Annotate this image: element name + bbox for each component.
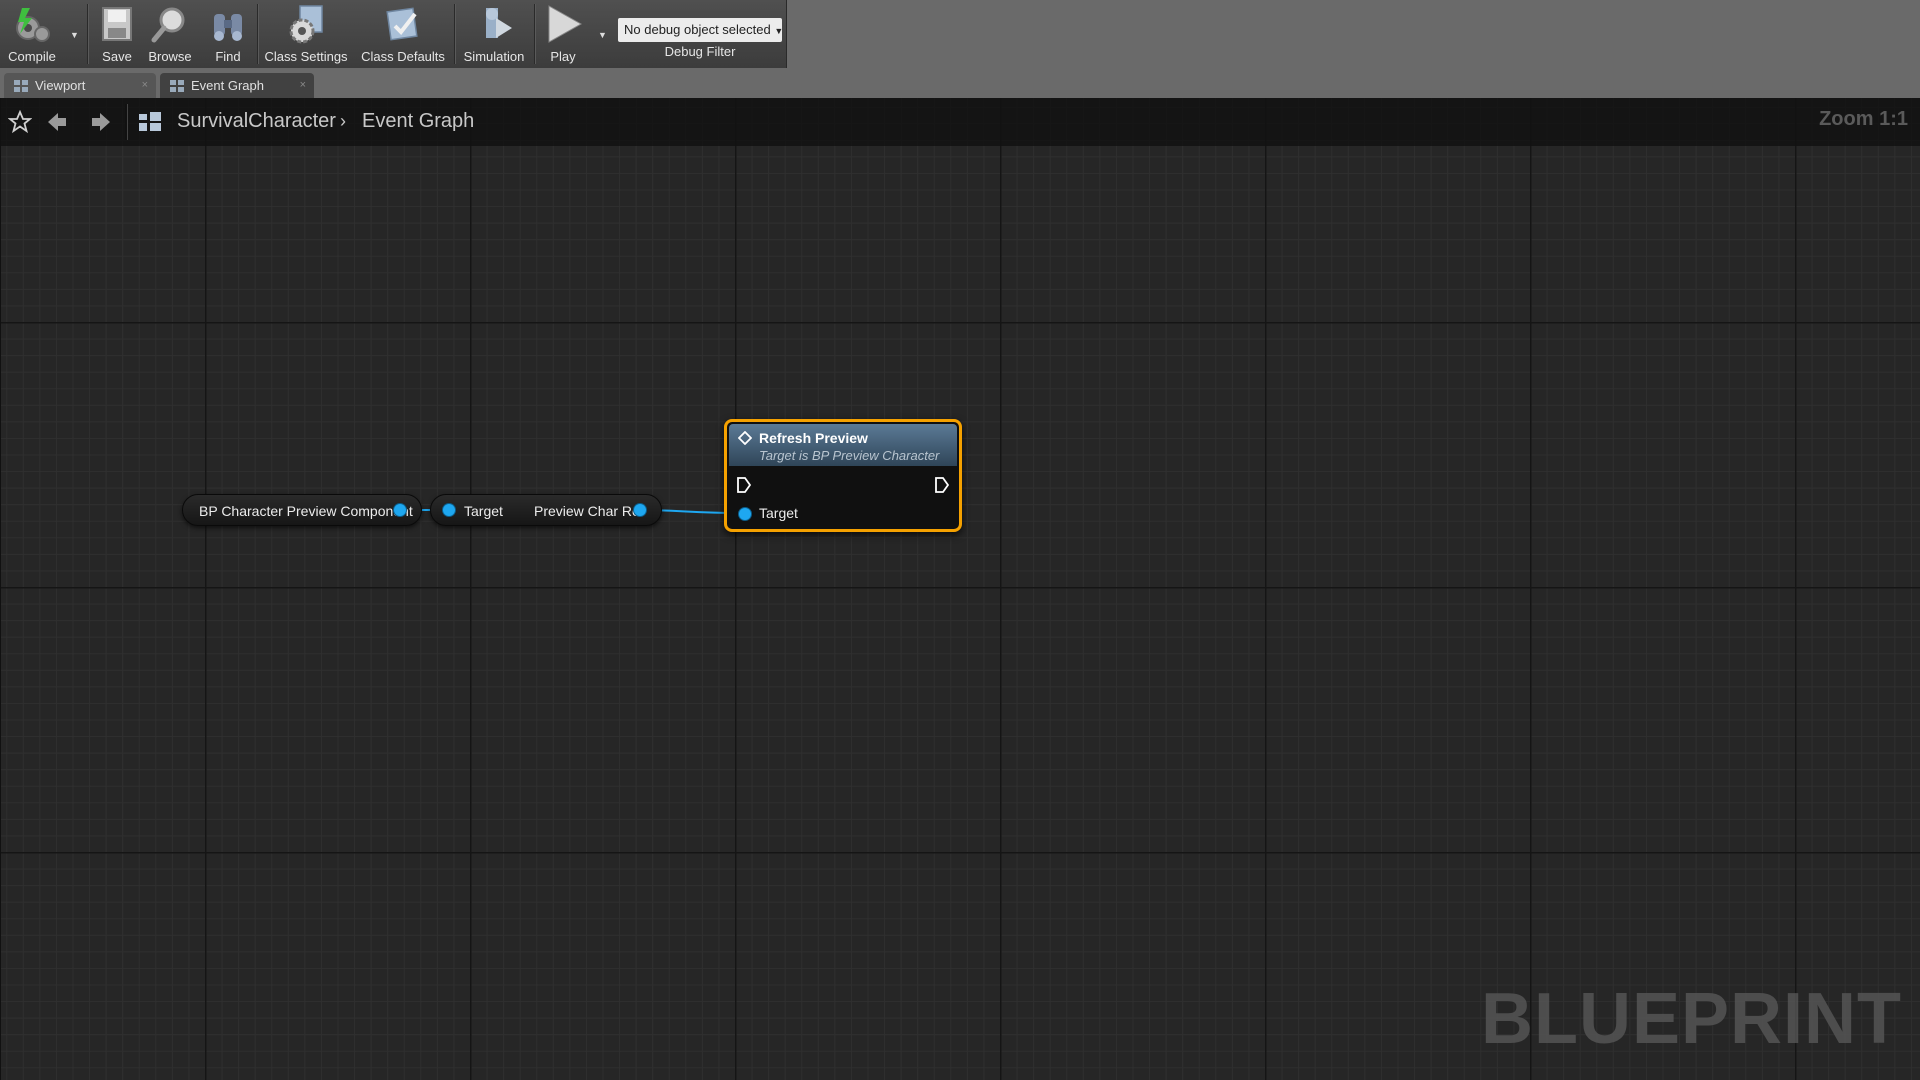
navbar-separator <box>125 104 128 140</box>
node-subtitle: Target is BP Preview Character <box>759 448 940 463</box>
browse-label: Browse <box>148 49 192 64</box>
class-settings-label: Class Settings <box>264 49 348 64</box>
class-defaults-label: Class Defaults <box>361 49 445 64</box>
breadcrumb-root[interactable]: SurvivalCharacter <box>177 110 336 133</box>
node-target-pin[interactable] <box>739 508 751 520</box>
component-getter-node[interactable]: BP Character Preview Component <box>182 494 422 526</box>
chevron-down-icon: ▼ <box>774 26 784 36</box>
exec-input-pin-icon[interactable] <box>737 477 751 493</box>
favorite-star-icon[interactable] <box>8 110 32 134</box>
component-node-label: BP Character Preview Component <box>199 503 413 519</box>
find-button[interactable]: Find <box>203 0 253 66</box>
compile-options-dropdown[interactable]: ▼ <box>70 30 79 40</box>
tab-strip: Viewport × Event Graph × <box>0 68 1920 98</box>
compile-button[interactable]: Compile <box>2 0 62 66</box>
toolbar-separator <box>454 4 456 64</box>
debug-object-select[interactable]: No debug object selected ▼ <box>618 18 784 42</box>
tab-viewport[interactable]: Viewport × <box>4 73 156 98</box>
event-graph-tab-icon <box>170 80 184 92</box>
compile-label: Compile <box>8 49 56 64</box>
simulation-label: Simulation <box>463 49 525 64</box>
main-toolbar: Compile ▼ Save Browse Find Class Setting… <box>0 0 787 68</box>
viewport-tab-icon <box>14 80 28 92</box>
simulation-icon <box>486 8 512 38</box>
back-arrow-icon[interactable] <box>46 110 70 134</box>
toolbar-separator <box>257 4 259 64</box>
play-icon <box>548 5 583 43</box>
blueprint-grid-icon <box>139 112 161 131</box>
class-settings-button[interactable]: Class Settings <box>262 0 350 66</box>
graph-navigation-bar: SurvivalCharacter › Event Graph Zoom 1:1 <box>0 98 1920 146</box>
node-title: Refresh Preview <box>759 430 868 446</box>
class-settings-gear-icon <box>289 5 323 44</box>
play-button[interactable]: Play <box>538 0 588 66</box>
toolbar-separator <box>534 4 536 64</box>
close-icon[interactable]: × <box>300 73 306 98</box>
binoculars-icon <box>214 14 242 41</box>
component-output-pin[interactable] <box>394 504 406 516</box>
forward-arrow-icon[interactable] <box>88 110 112 134</box>
save-button[interactable]: Save <box>92 0 142 66</box>
play-options-dropdown[interactable]: ▼ <box>598 30 607 40</box>
blueprint-watermark: BLUEPRINT <box>1481 979 1902 1059</box>
node-target-label: Target <box>759 505 798 521</box>
class-defaults-checklist-icon <box>386 7 418 41</box>
function-diamond-icon <box>738 431 752 445</box>
node-header: Refresh Preview Target is BP Preview Cha… <box>729 424 957 466</box>
target-input-pin[interactable] <box>443 504 455 516</box>
browse-magnifier-icon <box>151 7 185 43</box>
play-label: Play <box>550 49 576 64</box>
class-defaults-button[interactable]: Class Defaults <box>356 0 450 66</box>
preview-char-ref-label: Preview Char Ref <box>534 503 644 519</box>
debug-object-value: No debug object selected <box>624 22 771 37</box>
tab-event-graph-label: Event Graph <box>191 78 264 93</box>
browse-button[interactable]: Browse <box>144 0 196 66</box>
exec-output-pin-icon[interactable] <box>935 477 949 493</box>
target-input-label: Target <box>464 503 503 519</box>
tab-event-graph[interactable]: Event Graph × <box>160 73 314 98</box>
simulation-button[interactable]: Simulation <box>458 0 530 66</box>
toolbar-separator <box>87 4 89 64</box>
breadcrumb-current[interactable]: Event Graph <box>362 110 474 133</box>
preview-char-ref-node[interactable]: Target Preview Char Ref <box>430 494 662 526</box>
refresh-preview-node[interactable]: Refresh Preview Target is BP Preview Cha… <box>724 419 962 532</box>
preview-char-ref-output-pin[interactable] <box>634 504 646 516</box>
breadcrumb-chevron-icon: › <box>340 111 346 131</box>
zoom-level: Zoom 1:1 <box>1819 108 1908 130</box>
find-label: Find <box>215 49 241 64</box>
close-icon[interactable]: × <box>142 73 148 98</box>
tab-viewport-label: Viewport <box>35 78 86 93</box>
compile-icon <box>16 8 50 42</box>
graph-canvas[interactable] <box>0 98 1920 1080</box>
save-label: Save <box>102 49 132 64</box>
save-icon <box>102 7 132 41</box>
debug-filter-label: Debug Filter <box>664 44 736 59</box>
